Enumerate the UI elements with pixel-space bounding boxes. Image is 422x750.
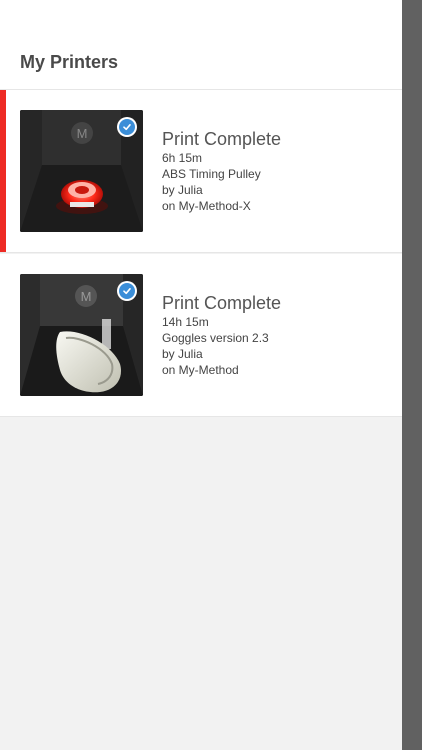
print-info: Print Complete 6h 15m ABS Timing Pulley … (162, 128, 281, 214)
selected-check-icon (117, 281, 137, 301)
print-user: by Julia (162, 347, 203, 361)
printer-name: on My-Method-X (162, 199, 251, 213)
print-job-name: ABS Timing Pulley (162, 167, 261, 181)
selected-check-icon (117, 117, 137, 137)
print-duration: 6h 15m (162, 151, 203, 165)
printer-card[interactable]: M Print Complete 14h 15m Goggles version… (0, 254, 402, 417)
printer-card[interactable]: M Print Complete 6h 15m ABS Timing Pulle… (0, 90, 402, 253)
print-thumbnail[interactable]: M (20, 274, 143, 396)
app-content: My Printers M Print Complete 6h 15m ABS … (0, 0, 402, 750)
selected-indicator (0, 90, 6, 252)
print-job-name: Goggles version 2.3 (162, 331, 269, 345)
print-duration: 14h 15m (162, 315, 209, 329)
svg-text:M: M (77, 126, 88, 141)
print-info: Print Complete 14h 15m Goggles version 2… (162, 292, 281, 378)
page-title: My Printers (20, 52, 119, 72)
print-user: by Julia (162, 183, 203, 197)
print-thumbnail[interactable]: M (20, 110, 143, 232)
printer-name: on My-Method (162, 363, 239, 377)
svg-text:M: M (81, 289, 92, 304)
scroll-rail[interactable] (402, 0, 422, 750)
print-status: Print Complete (162, 293, 282, 313)
header: My Printers (0, 0, 402, 90)
print-status: Print Complete (162, 129, 282, 149)
